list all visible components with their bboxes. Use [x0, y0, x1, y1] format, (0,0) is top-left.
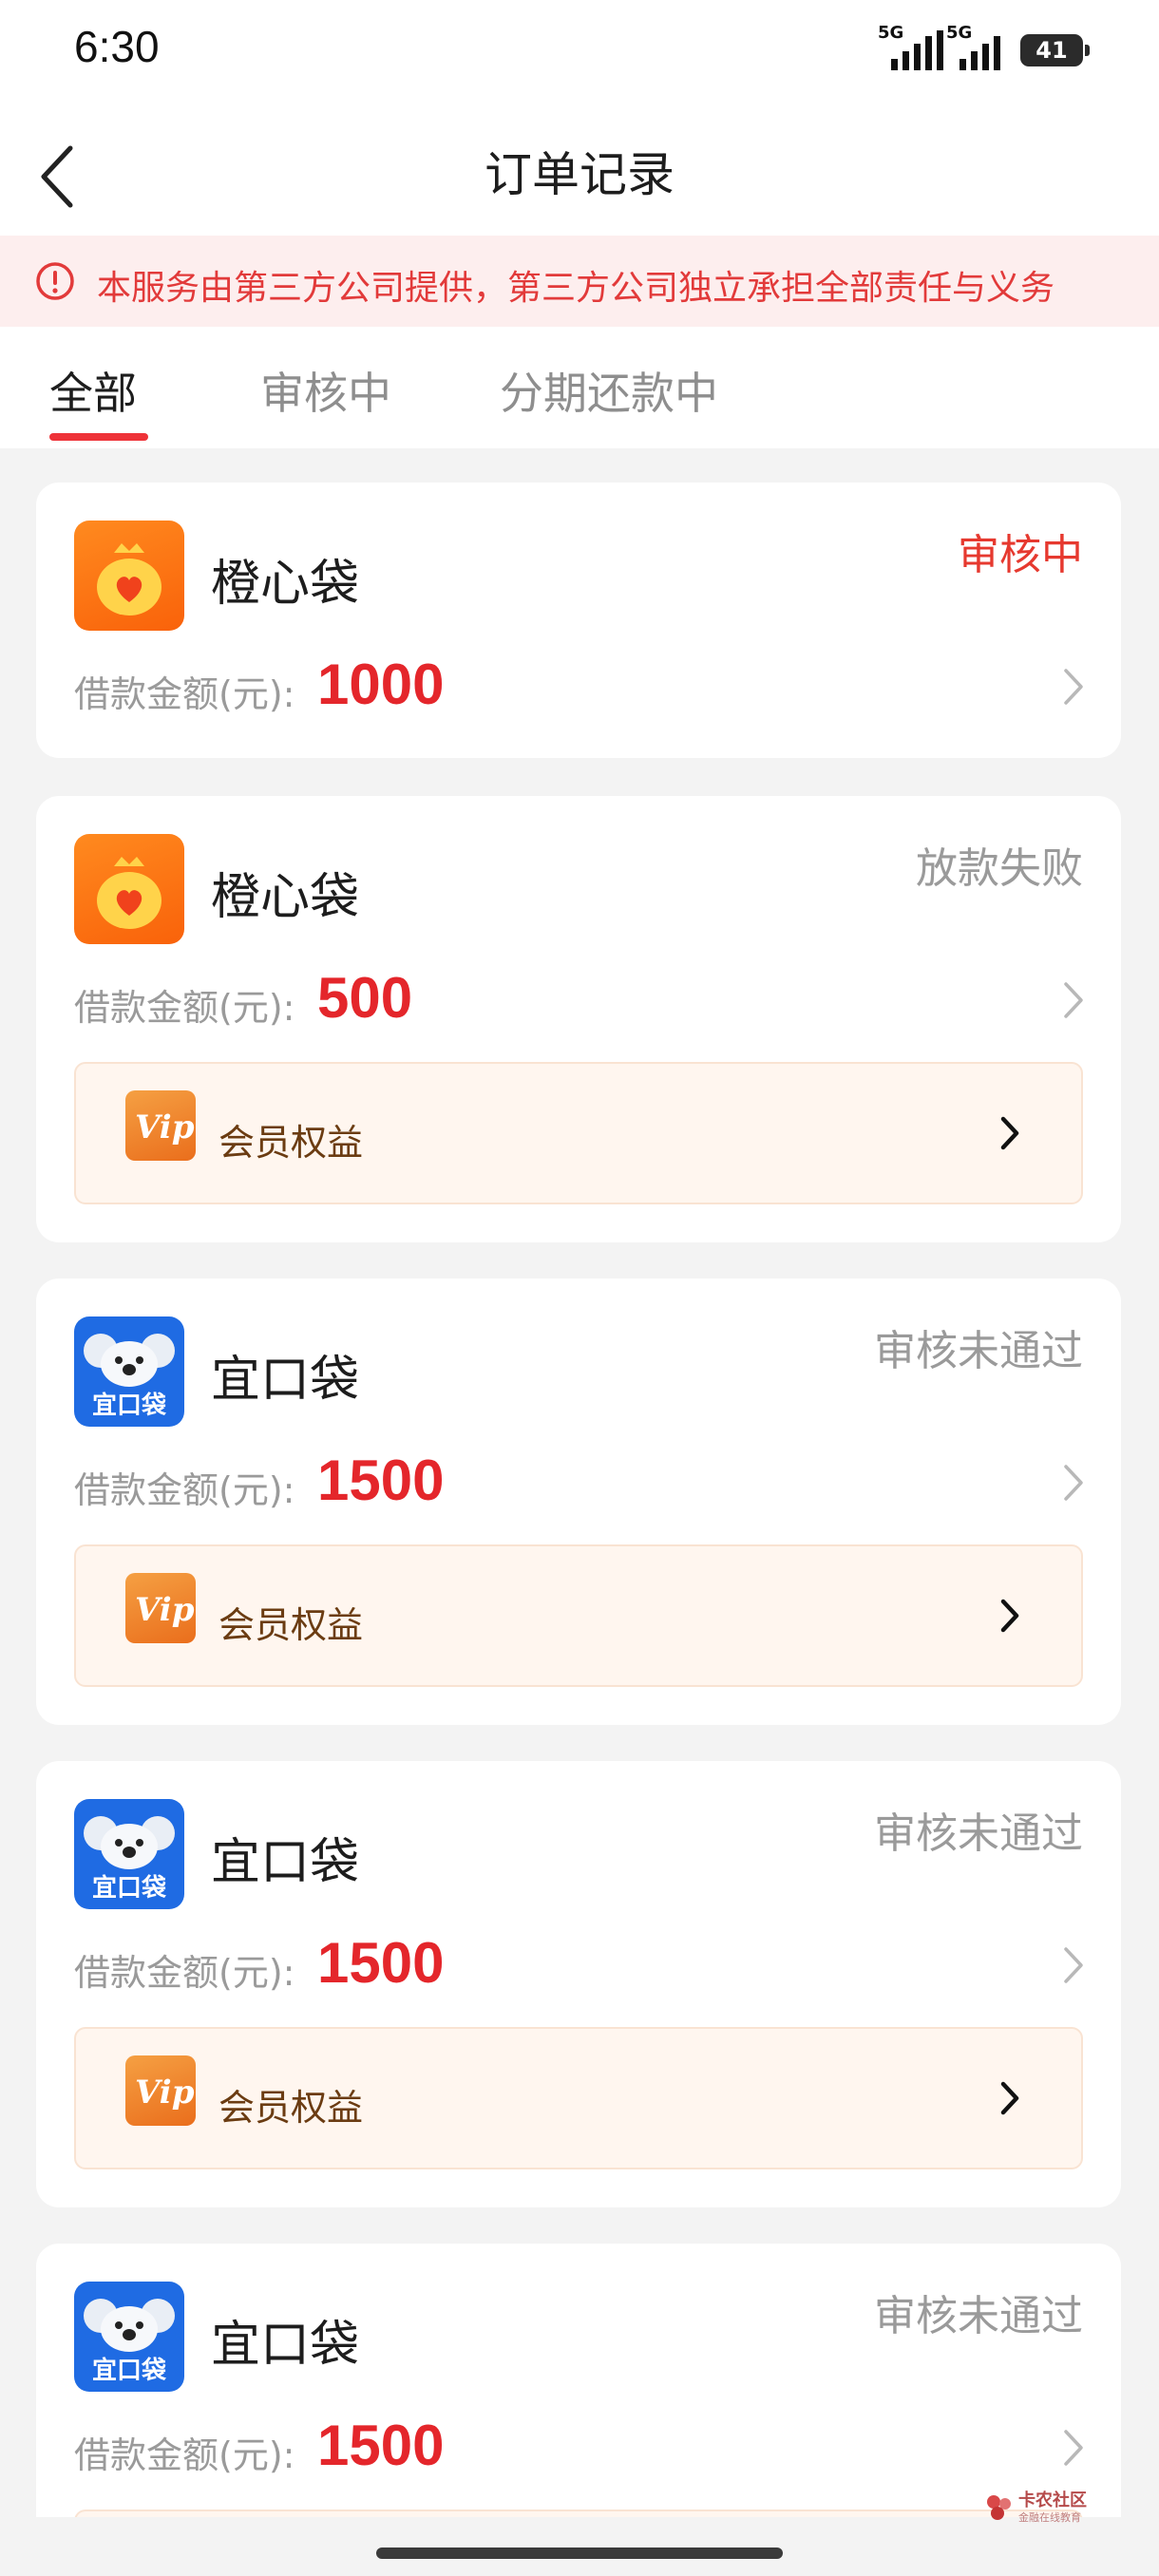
loan-amount: 1500 [317, 2414, 445, 2477]
app-name: 宜口袋 [211, 1834, 360, 1891]
chevron-right-icon[interactable] [1058, 1461, 1087, 1505]
member-benefits-label: 会员权益 [218, 1604, 364, 1646]
tab-bar: 全部 审核中 分期还款中 [0, 327, 1159, 448]
money-bag-heart-icon [74, 521, 184, 631]
member-benefits-row[interactable]: Vip 会员权益 [74, 2027, 1083, 2169]
order-status: 审核未通过 [874, 1809, 1083, 1858]
svg-text:宜口袋: 宜口袋 [92, 1391, 167, 1420]
tab-all[interactable]: 全部 [49, 359, 137, 422]
svg-text:Vip: Vip [135, 2074, 195, 2112]
amount-label: 借款金额(元): [74, 2434, 295, 2476]
status-time: 6:30 [74, 22, 160, 71]
amount-label: 借款金额(元): [74, 1469, 295, 1511]
app-name: 橙心袋 [211, 556, 360, 613]
svg-text:宜口袋: 宜口袋 [92, 2356, 167, 2385]
koala-icon: 宜口袋 [74, 1799, 184, 1909]
chevron-right-icon [1000, 1599, 1019, 1633]
member-benefits-label: 会员权益 [218, 2087, 364, 2129]
order-card[interactable]: 橙心袋 放款失败 借款金额(元): 500 Vip 会员权益 [36, 796, 1121, 1242]
amount-label: 借款金额(元): [74, 1952, 295, 1994]
money-bag-heart-icon [74, 834, 184, 944]
disclaimer-notice: 本服务由第三方公司提供，第三方公司独立承担全部责任与义务 [0, 236, 1159, 327]
signal-5g-icon: 5G [878, 23, 950, 80]
notice-text: 本服务由第三方公司提供，第三方公司独立承担全部责任与义务 [97, 269, 1055, 308]
battery-icon: 41 [1020, 34, 1090, 66]
amount-label: 借款金额(元): [74, 987, 295, 1029]
order-card[interactable]: 宜口袋 宜口袋 审核未通过 借款金额(元): 1500 Vip 会员权益 [36, 1761, 1121, 2207]
member-benefits-row[interactable]: Vip 会员权益 [74, 1544, 1083, 1687]
vip-badge-icon: Vip [125, 1090, 196, 1161]
active-tab-indicator [49, 433, 148, 441]
tab-installment-repayment[interactable]: 分期还款中 [500, 359, 718, 422]
chevron-right-icon [1000, 1116, 1019, 1150]
home-indicator[interactable] [376, 2548, 783, 2559]
order-status: 放款失败 [916, 844, 1083, 893]
watermark-emblem-icon [987, 2495, 1011, 2520]
order-status: 审核未通过 [874, 1327, 1083, 1375]
order-status: 审核未通过 [874, 2292, 1083, 2340]
member-benefits-label: 会员权益 [218, 1122, 364, 1164]
order-status: 审核中 [958, 531, 1083, 579]
watermark-subtitle: 金融在线教育 [1018, 2511, 1081, 2524]
loan-amount: 1000 [317, 653, 445, 716]
loan-amount: 1500 [317, 1449, 445, 1512]
amount-label: 借款金额(元): [74, 673, 295, 715]
signal-bars-icon [891, 30, 943, 70]
chevron-right-icon [1000, 2081, 1019, 2115]
status-bar: 6:30 5G 5G 41 [0, 0, 1159, 99]
order-records-screen: 6:30 5G 5G 41 订单记录 本服务由第三方公司提供，第三方公司独立承担… [0, 0, 1159, 2576]
alert-circle-icon [36, 262, 74, 300]
watermark-logo: 卡农社区 金融在线教育 [984, 2485, 1102, 2530]
signal-5g-icon-2: 5G [946, 23, 1018, 80]
svg-text:Vip: Vip [135, 1108, 195, 1146]
svg-text:Vip: Vip [135, 1591, 195, 1629]
tab-under-review[interactable]: 审核中 [260, 359, 391, 422]
loan-amount: 1500 [317, 1931, 445, 1995]
order-card[interactable]: 橙心袋 审核中 借款金额(元): 1000 [36, 483, 1121, 758]
chevron-right-icon[interactable] [1058, 1943, 1087, 1987]
app-name: 橙心袋 [211, 869, 360, 926]
signal-bars-icon-2 [960, 36, 1000, 70]
page-title: 订单记录 [484, 147, 674, 202]
member-benefits-row[interactable]: Vip 会员权益 [74, 1062, 1083, 1204]
chevron-right-icon[interactable] [1058, 978, 1087, 1022]
order-card[interactable]: 宜口袋 宜口袋 审核未通过 借款金额(元): 1500 Vip 会员权益 [36, 1279, 1121, 1725]
chevron-right-icon[interactable] [1058, 2426, 1087, 2470]
vip-badge-icon: Vip [125, 2055, 196, 2126]
vip-badge-icon: Vip [125, 1573, 196, 1643]
app-name: 宜口袋 [211, 1352, 360, 1409]
koala-icon: 宜口袋 [74, 1316, 184, 1427]
app-name: 宜口袋 [211, 2317, 360, 2374]
svg-text:宜口袋: 宜口袋 [92, 1873, 167, 1903]
loan-amount: 500 [317, 966, 413, 1030]
koala-icon: 宜口袋 [74, 2282, 184, 2392]
watermark-title: 卡农社区 [1018, 2491, 1087, 2510]
chevron-right-icon[interactable] [1058, 665, 1087, 709]
nav-header: 订单记录 [0, 99, 1159, 236]
